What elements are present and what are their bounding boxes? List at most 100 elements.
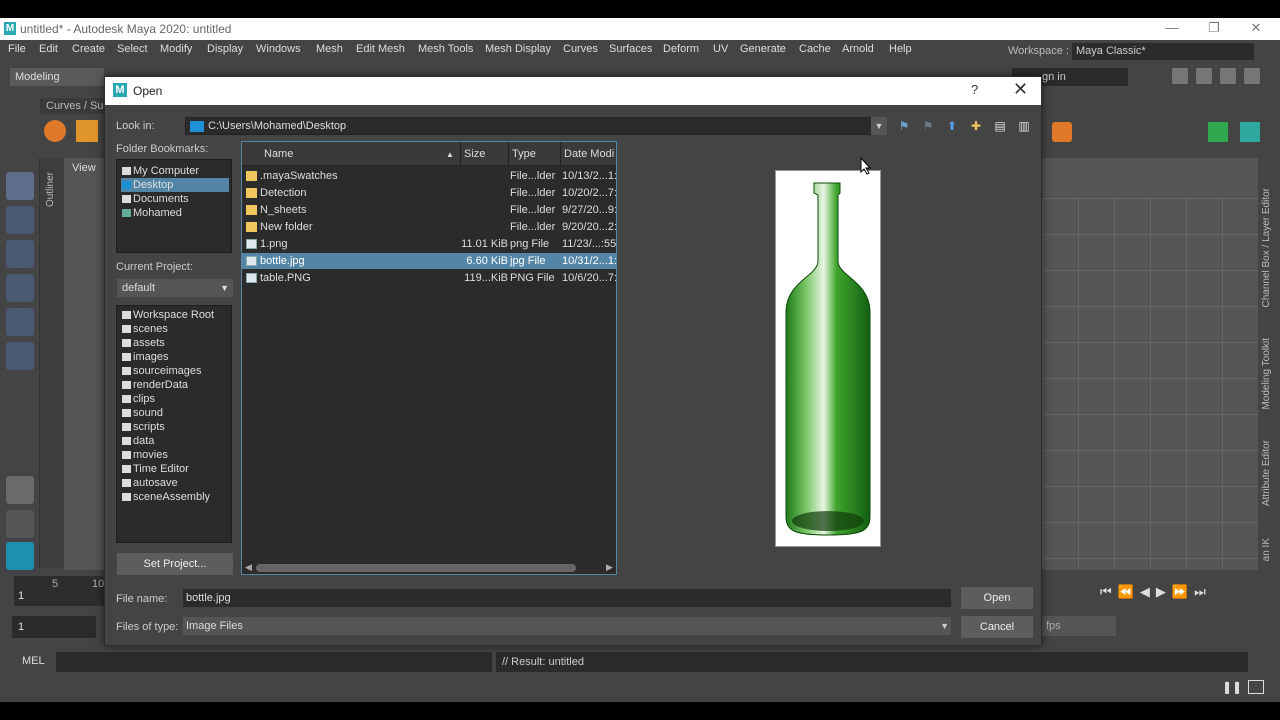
- lasso-tool-icon[interactable]: [6, 206, 34, 234]
- list-view-icon[interactable]: ▤: [991, 117, 1009, 135]
- cube-icon[interactable]: [76, 120, 98, 142]
- menu-windows[interactable]: Windows: [256, 43, 301, 55]
- four-view-icon[interactable]: [6, 510, 34, 538]
- menu-edit[interactable]: Edit: [39, 43, 58, 55]
- chevron-down-icon[interactable]: ▼: [871, 117, 887, 135]
- detail-view-icon[interactable]: ▥: [1015, 117, 1033, 135]
- dialog-close-button[interactable]: ✕: [1013, 79, 1028, 100]
- toolbar-icon[interactable]: [1172, 68, 1188, 84]
- menu-create[interactable]: Create: [72, 43, 105, 55]
- mel-label[interactable]: MEL: [22, 655, 45, 667]
- shelf-green-icon[interactable]: [1208, 122, 1228, 142]
- new-folder-icon[interactable]: ✚: [967, 117, 985, 135]
- menu-help[interactable]: Help: [889, 43, 912, 55]
- project-folder-item[interactable]: Workspace Root: [121, 308, 229, 322]
- menu-generate[interactable]: Generate: [740, 43, 786, 55]
- menu-select[interactable]: Select: [117, 43, 148, 55]
- close-window-button[interactable]: ✕: [1236, 20, 1276, 38]
- help-button[interactable]: ?: [971, 82, 978, 97]
- toolbar-icon[interactable]: [1244, 68, 1260, 84]
- project-folder-item[interactable]: Time Editor: [121, 462, 229, 476]
- restore-button[interactable]: ❐: [1194, 20, 1234, 38]
- column-divider[interactable]: [560, 142, 561, 166]
- file-row[interactable]: 1.png 11.01 KiB png File 11/23/...:55: [242, 236, 616, 252]
- project-folder-item[interactable]: movies: [121, 448, 229, 462]
- menu-surfaces[interactable]: Surfaces: [609, 43, 652, 55]
- shelf-shape-icon[interactable]: [1052, 122, 1072, 142]
- scrollbar-thumb[interactable]: [256, 564, 576, 572]
- command-input[interactable]: [56, 652, 492, 672]
- column-size[interactable]: Size: [464, 148, 485, 160]
- bookmark-documents[interactable]: Documents: [121, 192, 229, 206]
- parent-folder-icon[interactable]: ⬆: [943, 117, 961, 135]
- toolbar-icon[interactable]: [1196, 68, 1212, 84]
- file-row[interactable]: New folder File...lder 9/20/20...2:0: [242, 219, 616, 235]
- menu-display[interactable]: Display: [207, 43, 243, 55]
- back-icon[interactable]: ⚑: [895, 117, 913, 135]
- file-type-select[interactable]: Image Files ▼: [183, 617, 951, 635]
- workspace-select[interactable]: Maya Classic*: [1072, 43, 1254, 60]
- minimize-button[interactable]: —: [1152, 20, 1192, 38]
- project-folder-item[interactable]: sourceimages: [121, 364, 229, 378]
- project-folder-item[interactable]: scripts: [121, 420, 229, 434]
- view-menu[interactable]: View: [72, 162, 96, 174]
- project-folder-item[interactable]: autosave: [121, 476, 229, 490]
- file-row[interactable]: table.PNG 119...KiB PNG File 10/6/20...7…: [242, 270, 616, 286]
- project-select[interactable]: default ▼: [117, 279, 233, 297]
- menu-mesh-tools[interactable]: Mesh Tools: [418, 43, 473, 55]
- attribute-editor-tab[interactable]: Attribute Editor: [1261, 440, 1272, 506]
- select-tool-icon[interactable]: [6, 172, 34, 200]
- project-folder-item[interactable]: images: [121, 350, 229, 364]
- project-folder-item[interactable]: assets: [121, 336, 229, 350]
- project-folder-item[interactable]: sceneAssembly: [121, 490, 229, 504]
- file-row[interactable]: .mayaSwatches File...lder 10/13/2...1:3: [242, 168, 616, 184]
- scroll-left-icon[interactable]: ◀: [245, 562, 252, 573]
- toolbar-icon[interactable]: [1220, 68, 1236, 84]
- column-name[interactable]: Name: [264, 148, 293, 160]
- menu-deform[interactable]: Deform: [663, 43, 699, 55]
- menu-file[interactable]: File: [8, 43, 26, 55]
- project-folder-item[interactable]: renderData: [121, 378, 229, 392]
- playback-controls[interactable]: ⏮⏪◀▶⏩⏭: [1100, 584, 1212, 600]
- menu-curves[interactable]: Curves: [563, 43, 598, 55]
- menu-set-select[interactable]: Modeling: [10, 68, 104, 86]
- menu-mesh-display[interactable]: Mesh Display: [485, 43, 551, 55]
- open-button[interactable]: Open: [961, 587, 1033, 609]
- project-folder-item[interactable]: scenes: [121, 322, 229, 336]
- pause-icon[interactable]: ❚❚: [1222, 680, 1242, 694]
- time-ruler[interactable]: 1 5 10: [14, 576, 104, 606]
- menu-arnold[interactable]: Arnold: [842, 43, 874, 55]
- menu-mesh[interactable]: Mesh: [316, 43, 343, 55]
- channel-box-tab[interactable]: Channel Box / Layer Editor: [1261, 188, 1272, 308]
- column-divider[interactable]: [460, 142, 461, 166]
- menu-edit-mesh[interactable]: Edit Mesh: [356, 43, 405, 55]
- shelf-tab-curves[interactable]: Curves / Sur: [40, 98, 114, 114]
- shelf-teal-icon[interactable]: [1240, 122, 1260, 142]
- start-frame-field[interactable]: 1: [12, 616, 96, 638]
- outliner-tab[interactable]: Outliner: [40, 158, 64, 568]
- project-folder-item[interactable]: data: [121, 434, 229, 448]
- bookmark-desktop[interactable]: Desktop: [121, 178, 229, 192]
- move-tool-icon[interactable]: [6, 274, 34, 302]
- project-folder-item[interactable]: clips: [121, 392, 229, 406]
- cancel-button[interactable]: Cancel: [961, 616, 1033, 638]
- column-date[interactable]: Date Modi: [564, 148, 614, 160]
- menu-cache[interactable]: Cache: [799, 43, 831, 55]
- rotate-tool-icon[interactable]: [6, 308, 34, 336]
- modeling-toolkit-tab[interactable]: Modeling Toolkit: [1261, 338, 1272, 410]
- look-in-combo[interactable]: C:\Users\Mohamed\Desktop: [185, 117, 887, 135]
- column-divider[interactable]: [508, 142, 509, 166]
- fps-select[interactable]: fps: [1042, 616, 1116, 636]
- bookmark-my-computer[interactable]: My Computer: [121, 164, 229, 178]
- set-project-button[interactable]: Set Project...: [117, 553, 233, 575]
- scale-tool-icon[interactable]: [6, 342, 34, 370]
- bookmark-mohamed[interactable]: Mohamed: [121, 206, 229, 220]
- single-view-icon[interactable]: [6, 476, 34, 504]
- file-row-selected[interactable]: bottle.jpg 6.60 KiB jpg File 10/31/2...1…: [242, 253, 616, 269]
- file-row[interactable]: N_sheets File...lder 9/27/20...9:4: [242, 202, 616, 218]
- menu-modify[interactable]: Modify: [160, 43, 192, 55]
- sphere-icon[interactable]: [44, 120, 66, 142]
- ik-tab[interactable]: an IK: [1261, 538, 1272, 561]
- file-row[interactable]: Detection File...lder 10/20/2...7:2: [242, 185, 616, 201]
- file-name-field[interactable]: bottle.jpg: [183, 589, 951, 607]
